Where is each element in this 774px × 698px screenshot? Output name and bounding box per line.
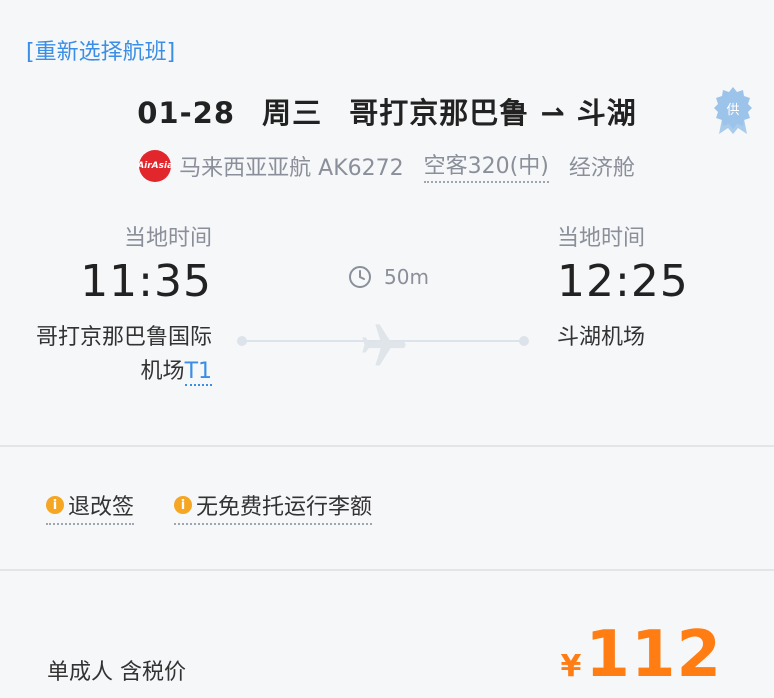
price-amount: 112 bbox=[585, 618, 722, 692]
info-icon: i bbox=[174, 496, 193, 514]
baggage-rule[interactable]: i 无免费托运行李额 bbox=[174, 489, 373, 525]
airline-flight-number: 马来西亚亚航 AK6272 bbox=[179, 155, 404, 181]
refund-change-rule[interactable]: i 退改签 bbox=[46, 489, 135, 525]
clock-icon bbox=[349, 266, 371, 288]
flight-date: 01-28 bbox=[137, 96, 235, 130]
rule-label: 无免费托运行李额 bbox=[196, 495, 373, 520]
airline-info-row: AirAsia 马来西亚亚航 AK6272 空客320(中) 经济舱 bbox=[0, 148, 774, 183]
arrival-time: 12:25 bbox=[557, 256, 689, 307]
departure-time: 11:35 bbox=[80, 256, 212, 307]
cabin-class: 经济舱 bbox=[568, 155, 635, 181]
flight-weekday: 周三 bbox=[262, 96, 323, 130]
departure-airport-line1: 哥打京那巴鲁国际 bbox=[35, 325, 212, 350]
passenger-price-label: 单成人 含税价 bbox=[47, 660, 186, 685]
duration-text: 50m bbox=[384, 265, 429, 289]
badge-text: 供 bbox=[726, 103, 739, 118]
arrival-local-time-label: 当地时间 bbox=[557, 226, 646, 251]
supplier-badge-icon: 供 bbox=[714, 87, 752, 134]
rules-row: i 退改签 i 无免费托运行李额 bbox=[46, 489, 412, 525]
airplane-icon bbox=[362, 324, 406, 366]
divider bbox=[0, 569, 774, 571]
departure-airport-line2: 机场 bbox=[140, 359, 185, 384]
flight-title: 01-28 周三 哥打京那巴鲁 ⇀ 斗湖 bbox=[0, 90, 774, 132]
flight-duration: 50m bbox=[348, 265, 429, 289]
arrival-airport: 斗湖机场 bbox=[557, 325, 646, 350]
divider bbox=[0, 445, 774, 447]
price: ¥ 112 bbox=[561, 618, 722, 692]
currency-symbol: ¥ bbox=[560, 649, 582, 684]
reselect-flight-link[interactable]: [重新选择航班] bbox=[26, 34, 175, 66]
aircraft-type[interactable]: 空客320(中) bbox=[423, 148, 549, 183]
departure-block: 当地时间 11:35 哥打京那巴鲁国际 机场T1 bbox=[36, 220, 212, 389]
arrival-block: 当地时间 12:25 斗湖机场 bbox=[557, 220, 689, 355]
info-icon: i bbox=[46, 496, 64, 514]
airasia-logo-icon: AirAsia bbox=[137, 149, 173, 182]
departure-terminal[interactable]: T1 bbox=[184, 359, 212, 386]
departure-local-time-label: 当地时间 bbox=[123, 226, 212, 251]
departure-airport: 哥打京那巴鲁国际 机场T1 bbox=[36, 321, 212, 389]
rule-label: 退改签 bbox=[68, 495, 135, 520]
flight-route: 哥打京那巴鲁 ⇀ 斗湖 bbox=[349, 96, 637, 130]
